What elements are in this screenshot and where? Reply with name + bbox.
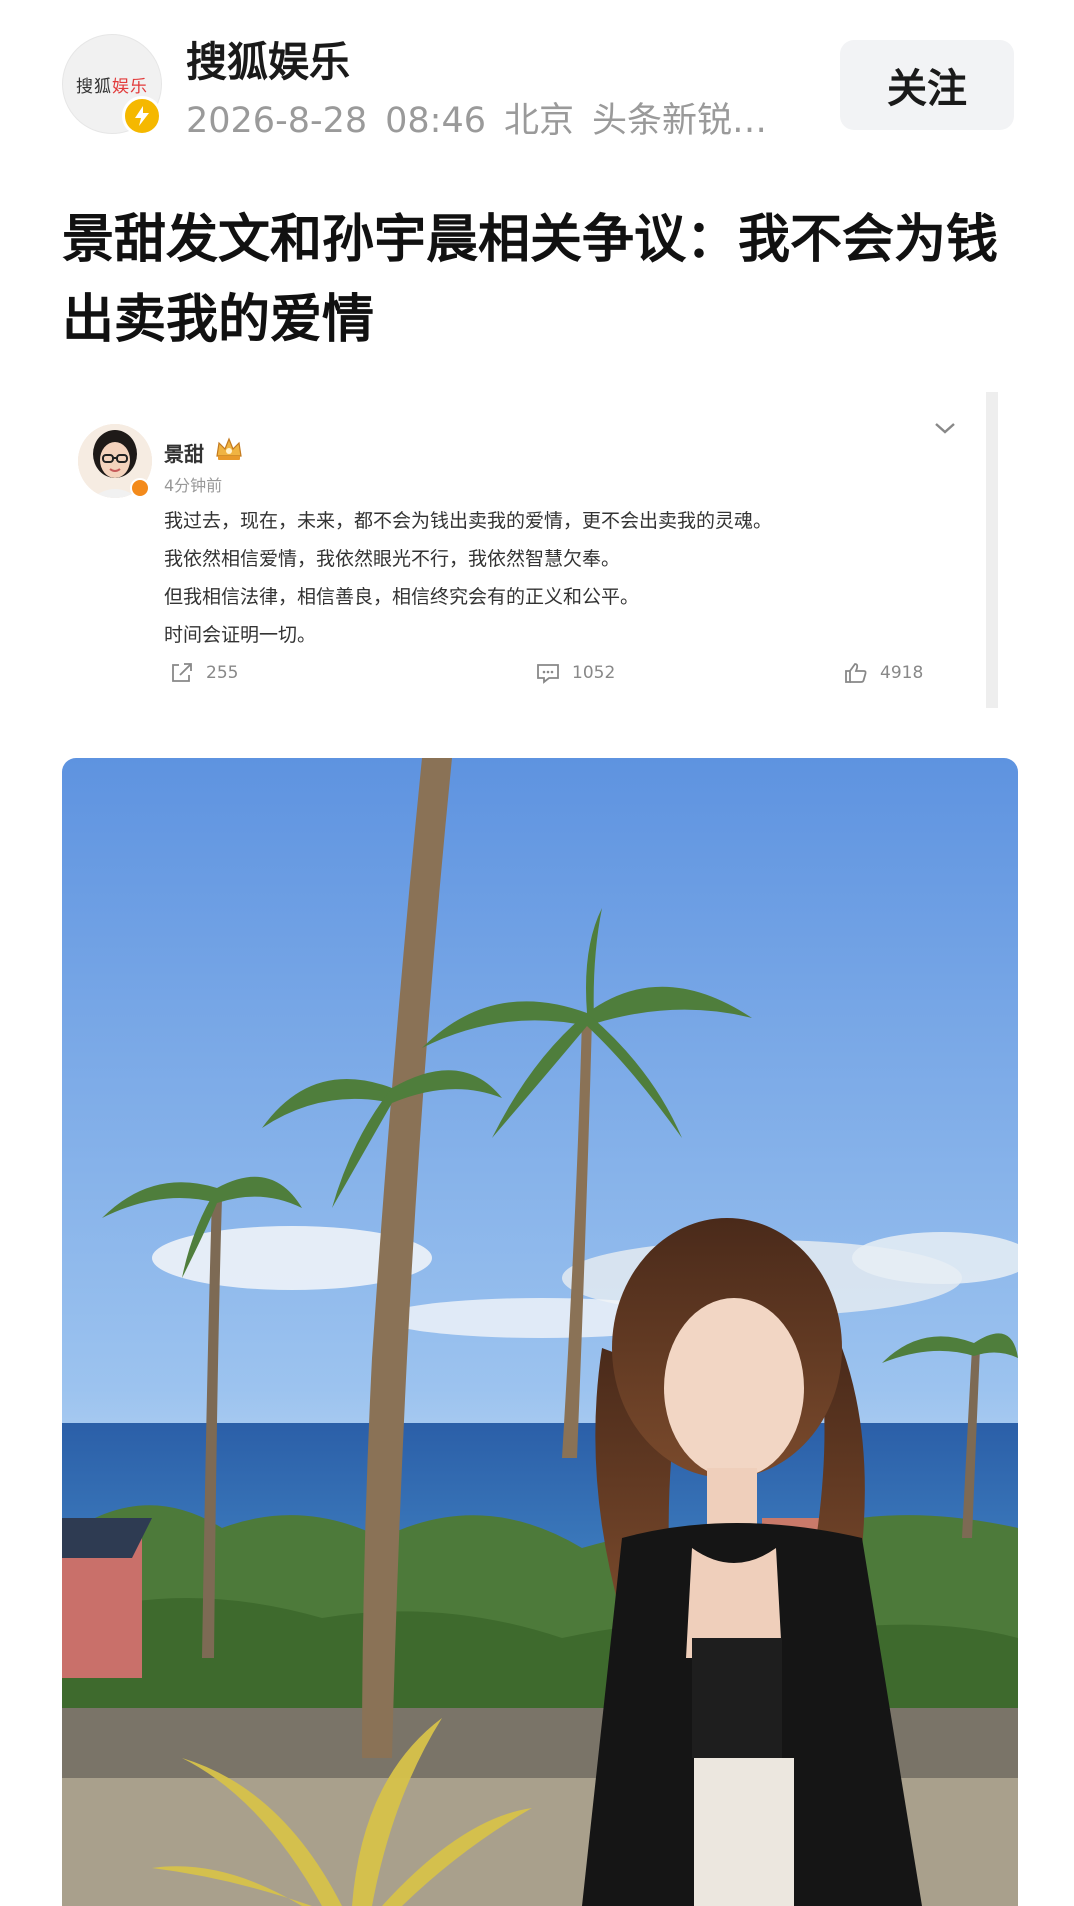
weibo-post-body: 我过去，现在，未来，都不会为钱出卖我的爱情，更不会出卖我的灵魂。 我依然相信爱情… [164,502,772,654]
publish-location: 北京 [504,101,575,141]
publish-date: 2026-8-28 [186,101,368,141]
embedded-weibo-post: 景甜 4分钟前 我过去，现在，未来，都不会为钱出卖我的爱情，更不会出卖我的灵魂。… [62,388,992,708]
thumbs-up-icon [845,663,867,683]
source-name[interactable]: 搜狐娱乐 [186,28,350,88]
author-tag: 头条新锐… [592,101,768,141]
weibo-line: 但我相信法律，相信善良，相信终究会有的正义和公平。 [164,586,640,608]
weibo-timestamp: 4分钟前 [164,476,223,495]
weibo-card-scrollbar [986,392,998,708]
weibo-line: 我依然相信爱情，我依然眼光不行，我依然智慧欠奉。 [164,548,621,570]
weibo-line: 我过去，现在，未来，都不会为钱出卖我的爱情，更不会出卖我的灵魂。 [164,510,773,532]
publish-time: 08:46 [385,101,487,141]
like-action[interactable]: 4918 [844,662,923,684]
follow-button[interactable]: 关注 [840,40,1014,130]
avatar-logo-text: 搜狐娱乐 [76,76,148,97]
weibo-username[interactable]: 景甜 [164,438,204,467]
crown-icon [214,436,244,462]
like-count: 4918 [880,663,924,683]
weibo-line: 时间会证明一切。 [164,624,317,646]
share-icon [172,663,192,682]
article-photo[interactable] [62,758,1018,1906]
comment-count: 1052 [572,663,616,683]
comment-action[interactable]: 1052 [536,662,615,684]
lightning-icon [122,96,162,136]
comment-icon [537,664,559,684]
publish-meta: 2026-8-28 08:46 北京 头条新锐… [186,92,786,143]
repost-action[interactable]: 255 [170,662,238,684]
verified-badge-icon [130,478,150,498]
article-header: 搜狐娱乐 搜狐娱乐 2026-8-28 08:46 北京 头条新锐… 关注 [0,0,1074,143]
chevron-down-icon[interactable] [932,418,958,438]
weibo-action-bar: 255 1052 4918 [164,662,924,692]
repost-count: 255 [206,663,239,683]
article-title: 景甜发文和孙宇晨相关争议：我不会为钱出卖我的爱情 [62,210,999,350]
